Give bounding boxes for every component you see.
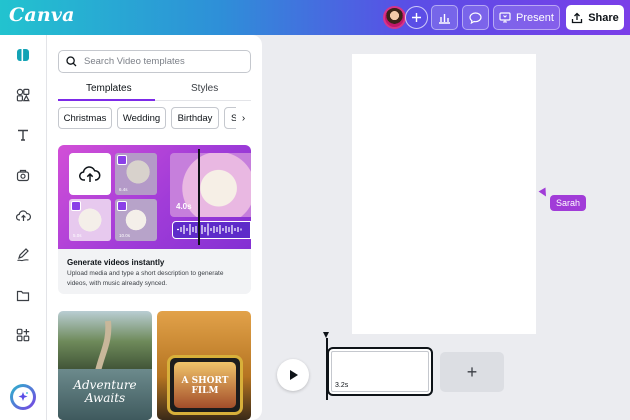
collaborator-cursor-icon: [538, 187, 550, 199]
templates-panel: Search Video templates Templates Styles …: [47, 35, 262, 420]
avatar[interactable]: [383, 6, 406, 29]
play-icon: [289, 370, 298, 380]
plus-icon: +: [466, 361, 478, 382]
elements-nav-button[interactable]: [10, 82, 36, 108]
apps-nav-button[interactable]: [10, 322, 36, 348]
tv-frame: A SHORT FILM: [167, 355, 243, 415]
design-icon: [17, 49, 29, 61]
share-icon: [572, 12, 583, 23]
check-icon: [117, 201, 127, 211]
text-icon: [18, 129, 28, 141]
clip-time: 4.0s: [176, 202, 192, 211]
magic-assistant-button[interactable]: [10, 384, 36, 410]
preview-playhead: [198, 149, 200, 245]
add-collaborator-button[interactable]: [405, 6, 428, 29]
waveform-icon: [177, 223, 242, 236]
present-icon: [499, 12, 511, 23]
share-button[interactable]: Share: [566, 5, 624, 30]
card-description: Upload media and type a short descriptio…: [67, 270, 224, 287]
generate-videos-card[interactable]: 6.4s 5.0s 10.0s 4.0s Generate videos ins…: [58, 145, 251, 294]
template-title: A SHORT FILM: [181, 376, 229, 396]
present-label: Present: [516, 11, 554, 24]
search-icon: [66, 56, 77, 67]
timeline-clip[interactable]: 3.2s: [327, 347, 433, 396]
chevron-right-icon[interactable]: ›: [236, 107, 251, 129]
brand-nav-button[interactable]: [10, 162, 36, 188]
tab-styles[interactable]: Styles: [191, 83, 218, 94]
cloud-upload-icon: [15, 209, 31, 221]
template-thumbnail-short-film[interactable]: A SHORT FILM: [157, 311, 251, 420]
tile-duration: 6.4s: [119, 187, 128, 192]
collaborator-name-tag: Sarah: [550, 195, 587, 211]
comment-icon: [469, 11, 482, 24]
category-chips: Christmas Wedding Birthday Sum ›: [58, 107, 251, 129]
left-rail: [0, 35, 47, 420]
dog-photo: 5.0s: [69, 199, 111, 241]
top-bar: Canva Present Share: [0, 0, 630, 35]
brand-icon: [16, 169, 30, 182]
feature-illustration: 6.4s 5.0s 10.0s 4.0s: [58, 145, 251, 249]
panel-tabs: Templates Styles: [58, 83, 251, 101]
chip-christmas[interactable]: Christmas: [58, 107, 112, 129]
comments-button[interactable]: [462, 5, 489, 30]
audio-track: [172, 221, 251, 239]
clip-duration: 3.2s: [335, 382, 349, 389]
add-page-button[interactable]: +: [440, 352, 504, 392]
design-page[interactable]: [352, 54, 536, 334]
magic-inner: [13, 387, 33, 407]
bar-chart-icon: [439, 13, 450, 24]
template-title: Adventure Awaits: [73, 378, 137, 405]
projects-nav-button[interactable]: [10, 282, 36, 308]
plus-icon: [412, 13, 421, 22]
canva-logo[interactable]: Canva: [9, 4, 75, 26]
trail-illustration: [95, 320, 112, 371]
check-icon: [71, 201, 81, 211]
search-placeholder: Search Video templates: [84, 56, 185, 67]
play-button[interactable]: [277, 359, 309, 391]
tile-duration: 5.0s: [73, 233, 82, 238]
uploads-nav-button[interactable]: [10, 202, 36, 228]
cloud-upload-icon: [79, 166, 101, 182]
share-label: Share: [588, 11, 619, 24]
draw-icon: [17, 248, 29, 262]
dog-photo: 6.4s: [115, 153, 157, 195]
check-icon: [117, 155, 127, 165]
search-input[interactable]: Search Video templates: [58, 50, 251, 73]
card-title: Generate videos instantly: [67, 258, 165, 267]
chip-wedding[interactable]: Wedding: [117, 107, 166, 129]
video-preview: 4.0s: [170, 153, 251, 217]
dog-photo: 10.0s: [115, 199, 157, 241]
tab-templates[interactable]: Templates: [86, 83, 132, 94]
present-button[interactable]: Present: [493, 5, 560, 30]
design-nav-button[interactable]: [10, 42, 36, 68]
text-nav-button[interactable]: [10, 122, 36, 148]
chip-birthday[interactable]: Birthday: [171, 107, 219, 129]
apps-icon: [16, 328, 30, 342]
tile-duration: 10.0s: [119, 233, 131, 238]
template-thumbnail-adventure[interactable]: Adventure Awaits: [58, 311, 152, 420]
folder-icon: [16, 290, 30, 301]
draw-nav-button[interactable]: [10, 242, 36, 268]
elements-icon: [16, 88, 30, 102]
sparkle-icon: [18, 392, 28, 401]
upload-tile: [69, 153, 111, 195]
active-tab-indicator: [58, 99, 155, 101]
insights-button[interactable]: [431, 5, 458, 30]
